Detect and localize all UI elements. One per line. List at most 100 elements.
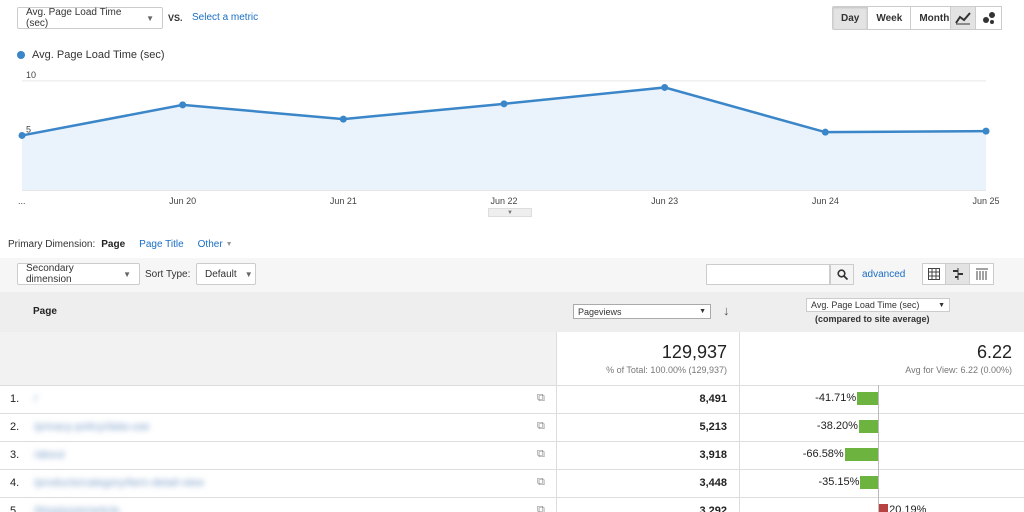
primary-dimension-label: Primary Dimension: <box>8 239 96 250</box>
row-index: 5. <box>10 505 20 512</box>
data-point <box>661 83 669 91</box>
row-compare-bar <box>858 420 878 433</box>
select-metric-link[interactable]: Select a metric <box>192 12 258 23</box>
chart-resize-handle[interactable]: ▼ <box>488 208 532 217</box>
line-chart: 10 5... Jun 20 Jun 21 Jun 22 Jun 23 Jun 24 Jun … <box>18 70 1000 206</box>
dimension-page-title[interactable]: Page Title <box>139 239 183 250</box>
chevron-down-icon: ▼ <box>146 13 154 23</box>
metric-select[interactable]: Avg. Page Load Time (sec) ▼ <box>17 7 163 29</box>
secondary-dimension-select[interactable]: Secondary dimension ▼ <box>17 263 140 285</box>
table-row[interactable] <box>0 497 1024 512</box>
row-pageviews: 3,918 <box>699 449 727 461</box>
data-point <box>339 115 347 123</box>
data-point <box>500 100 508 108</box>
motion-chart-button[interactable] <box>976 6 1002 30</box>
metric-column-subtitle: (compared to site average) <box>815 314 930 324</box>
total-metric-subtext: Avg for View: 6.22 (0.00%) <box>905 365 1012 375</box>
data-point <box>982 127 990 135</box>
row-pageviews: 3,448 <box>699 477 727 489</box>
row-compare-label: 20.19% <box>889 504 927 512</box>
pageviews-column-select[interactable]: Pageviews ▼ <box>573 304 711 319</box>
totals-label-cell <box>0 332 556 385</box>
period-week-button[interactable]: Week <box>868 7 912 29</box>
x-tick-label: Jun 23 <box>651 196 678 206</box>
chevron-down-icon: ▼ <box>938 301 945 309</box>
row-index: 2. <box>10 421 20 433</box>
data-point <box>821 128 829 136</box>
chart-type-toggle <box>950 6 1002 30</box>
x-tick-label: Jun 22 <box>490 196 517 206</box>
row-compare-label: -35.15% <box>818 476 860 488</box>
columns-icon <box>975 268 988 280</box>
sort-descending-icon[interactable]: ↓ <box>723 303 730 318</box>
comparison-icon <box>952 268 963 280</box>
bubble-chart-icon <box>982 12 995 24</box>
row-page-link[interactable]: / <box>34 393 37 405</box>
dimension-other[interactable]: Other <box>198 239 223 250</box>
chevron-down-icon: ▼ <box>244 269 253 279</box>
table-search-input[interactable] <box>706 264 830 285</box>
y-tick-label: 10 <box>26 70 36 80</box>
legend-series-label: Avg. Page Load Time (sec) <box>32 49 165 61</box>
open-page-icon[interactable]: ⧉ <box>537 476 545 489</box>
open-page-icon[interactable]: ⧉ <box>537 504 545 512</box>
chart-legend[interactable]: Avg. Page Load Time (sec) <box>17 49 164 61</box>
sort-type-value: Default <box>205 268 237 280</box>
row-page-link[interactable]: /blog/posts/article <box>34 505 120 512</box>
legend-swatch <box>17 51 25 59</box>
x-tick-label: ... <box>18 196 26 206</box>
chevron-down-icon: ▼ <box>225 241 233 248</box>
row-compare-bar <box>878 504 889 512</box>
line-chart-button[interactable] <box>950 6 976 30</box>
row-index: 1. <box>10 393 20 405</box>
period-toggle: Day Week Month <box>832 6 959 30</box>
data-point <box>179 101 187 109</box>
comparison-view-button[interactable] <box>946 263 970 285</box>
data-point <box>18 131 26 139</box>
data-view-button[interactable] <box>922 263 946 285</box>
period-day-button[interactable]: Day <box>833 7 869 29</box>
x-tick-label: Jun 21 <box>330 196 357 206</box>
row-index: 3. <box>10 449 20 461</box>
row-compare-label: -38.20% <box>816 420 858 432</box>
total-metric: 6.22 <box>976 342 1012 362</box>
search-icon <box>836 269 848 280</box>
line-chart-icon <box>955 12 971 25</box>
column-header-page[interactable]: Page <box>33 306 57 317</box>
row-compare-label: -41.71% <box>815 392 857 404</box>
term-cloud-button[interactable] <box>970 263 994 285</box>
chevron-down-icon: ▼ <box>123 269 131 279</box>
row-index: 4. <box>10 477 20 489</box>
secondary-dimension-label: Secondary dimension <box>26 263 74 285</box>
metric-column-label: Avg. Page Load Time (sec) <box>811 300 920 310</box>
advanced-filter-link[interactable]: advanced <box>862 269 905 280</box>
metric-column-select[interactable]: Avg. Page Load Time (sec) ▼ <box>806 298 950 312</box>
sort-type-select[interactable]: Default ▼ <box>196 263 256 285</box>
row-page-link[interactable]: /about <box>34 449 65 461</box>
open-page-icon[interactable]: ⧉ <box>537 420 545 433</box>
primary-dimension-bar: Primary Dimension: Page Page Title Other… <box>8 239 233 250</box>
row-compare-bar <box>860 476 878 489</box>
open-page-icon[interactable]: ⧉ <box>537 392 545 405</box>
search-button[interactable] <box>830 264 854 285</box>
open-page-icon[interactable]: ⧉ <box>537 448 545 461</box>
vs-label: VS. <box>168 13 183 23</box>
total-pageviews-subtext: % of Total: 100.00% (129,937) <box>606 365 727 375</box>
row-page-link[interactable]: /privacy-policy/data-use <box>34 421 150 433</box>
pageviews-column-label: Pageviews <box>578 306 622 317</box>
x-tick-label: Jun 25 <box>972 196 999 206</box>
row-page-link[interactable]: /products/category/item-detail-view <box>34 477 204 489</box>
row-pageviews: 5,213 <box>699 421 727 433</box>
y-tick-label: 5 <box>26 124 31 134</box>
total-pageviews: 129,937 <box>661 342 727 362</box>
chevron-down-icon: ▼ <box>507 209 513 216</box>
dimension-page[interactable]: Page <box>101 239 125 250</box>
row-compare-bar <box>857 392 878 405</box>
table-view-toggle <box>922 263 994 285</box>
row-compare-label: -66.58% <box>802 448 844 460</box>
x-tick-label: Jun 20 <box>169 196 196 206</box>
sort-type-label: Sort Type: <box>145 269 191 280</box>
x-tick-label: Jun 24 <box>812 196 839 206</box>
comparison-zero-line <box>878 385 879 512</box>
row-compare-bar <box>844 448 878 461</box>
